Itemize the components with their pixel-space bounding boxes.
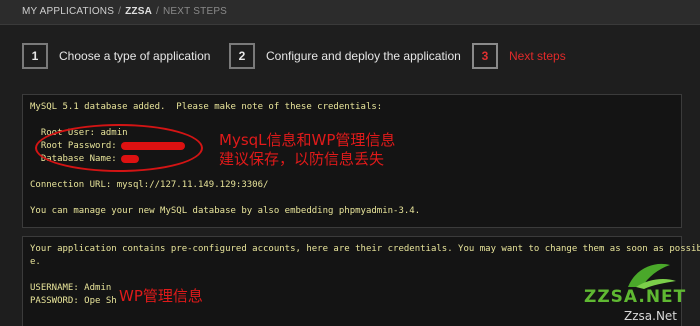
step-number: 3 (472, 43, 498, 69)
annotation-mysql-wp-info: MysqL信息和WP管理信息 (219, 131, 396, 149)
mysql-added-message: MySQL 5.1 database added. Please make no… (30, 102, 383, 112)
app-accounts-panel: Your application contains pre-configured… (22, 236, 700, 326)
step-next-steps[interactable]: 3 Next steps (472, 40, 566, 72)
annotation-save-advice: 建议保存，以防信息丢失 (219, 150, 385, 168)
step-configure-deploy[interactable]: 2 Configure and deploy the application (229, 40, 461, 72)
breadcrumb-separator: / (118, 6, 122, 17)
step-number: 1 (22, 43, 48, 69)
step-choose-type[interactable]: 1 Choose a type of application (22, 40, 210, 72)
top-bar: MY APPLICATIONS / ZZSA / NEXT STEPS (0, 0, 700, 25)
phpmyadmin-note: You can manage your new MySQL database b… (30, 206, 421, 216)
annotation-wp-info: WP管理信息 (119, 287, 203, 305)
step-label: Choose a type of application (59, 49, 211, 63)
breadcrumb-separator: / (156, 6, 159, 17)
step-label: Configure and deploy the application (266, 49, 461, 63)
connection-url-line: Connection URL: mysql://127.11.149.129:3… (30, 180, 269, 190)
breadcrumb-app-link[interactable]: ZZSA (125, 6, 152, 17)
watermark: ZZSA.NET Zzsa.Net (584, 257, 700, 326)
breadcrumb-root-link[interactable]: MY APPLICATIONS (22, 6, 114, 17)
accounts-message: Your application contains pre-configured… (30, 244, 700, 254)
breadcrumb: MY APPLICATIONS / ZZSA / NEXT STEPS (22, 6, 227, 17)
breadcrumb-current: NEXT STEPS (163, 6, 228, 17)
step-label: Next steps (509, 49, 566, 63)
wizard-steps: 1 Choose a type of application 2 Configu… (0, 40, 700, 80)
step-number: 2 (229, 43, 255, 69)
highlight-ellipse (35, 124, 203, 172)
watermark-site-text: Zzsa.Net (624, 309, 678, 323)
accounts-message-cont: e. (30, 257, 41, 267)
watermark-logo-text: ZZSA.NET (584, 287, 687, 307)
